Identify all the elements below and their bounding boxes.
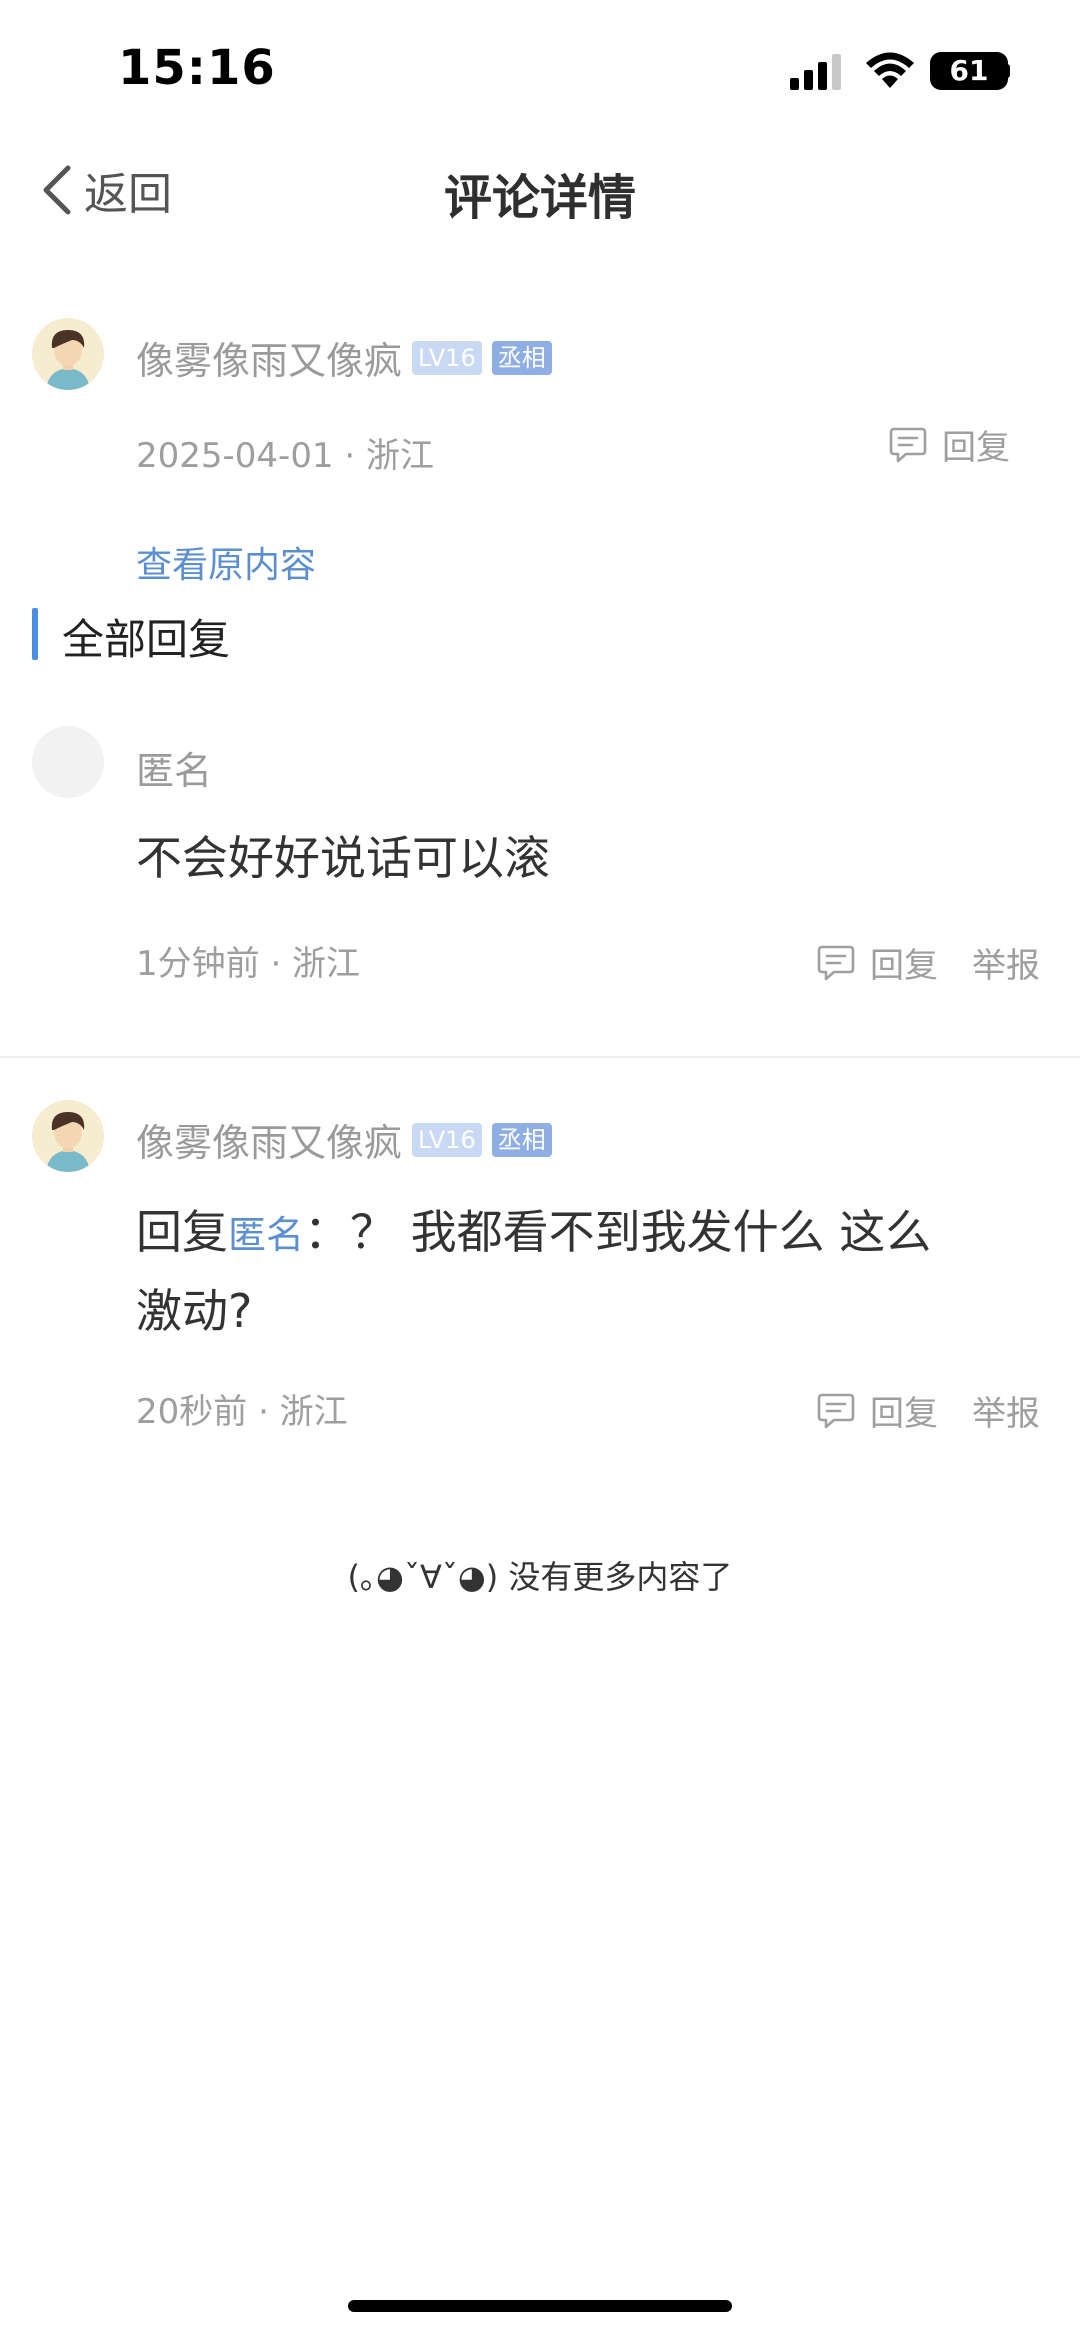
section-title: 全部回复	[62, 615, 231, 664]
avatar[interactable]	[32, 318, 104, 390]
end-of-list-text: (｡◕ˇ∀ˇ◕) 没有更多内容了	[347, 1558, 733, 1596]
cellular-signal-icon	[790, 54, 841, 90]
mention-link[interactable]: 匿名	[228, 1213, 304, 1257]
user-avatar-icon	[32, 318, 104, 390]
username: 匿名	[136, 749, 213, 793]
reply-button[interactable]: 回复	[888, 420, 1010, 469]
divider	[0, 1056, 1080, 1058]
reply-prefix: 回复	[136, 1205, 228, 1259]
title-badge: 丞相	[491, 340, 552, 375]
reply-text-line-2: 激动?	[136, 1284, 253, 1338]
reply-label: 回复	[942, 428, 1010, 468]
battery-indicator: 61	[930, 52, 1008, 90]
title-badge: 丞相	[491, 1122, 552, 1157]
reply-button[interactable]: 回复	[816, 938, 938, 987]
avatar[interactable]	[32, 1100, 104, 1172]
reply-text-part: ：？ 我都看不到我发什么 这么	[304, 1205, 932, 1259]
comment-icon	[817, 1393, 855, 1428]
reply-text: 不会好好说话可以滚	[136, 831, 550, 885]
level-badge: LV16	[412, 340, 482, 375]
comment-author[interactable]: 像雾像雨又像疯 LV16 丞相	[136, 330, 552, 385]
reply-text-line-1: 回复匿名：？ 我都看不到我发什么 这么	[136, 1194, 1016, 1273]
avatar-anonymous[interactable]	[32, 726, 104, 798]
comment-meta: 2025-04-01 · 浙江	[136, 436, 435, 476]
view-original-link[interactable]: 查看原内容	[136, 536, 316, 588]
page-title: 评论详情	[443, 170, 636, 226]
reply-text: 回复匿名：？ 我都看不到我发什么 这么 激动?	[136, 1194, 1016, 1349]
home-indicator[interactable]	[348, 2300, 732, 2312]
reply-label: 回复	[870, 946, 938, 986]
reply-button[interactable]: 回复	[816, 1386, 938, 1435]
comment-icon	[889, 427, 927, 462]
status-time: 15:16	[118, 40, 276, 96]
report-button[interactable]: 举报	[972, 1386, 1040, 1435]
user-avatar-icon	[32, 1100, 104, 1172]
username: 像雾像雨又像疯	[136, 1121, 403, 1165]
wifi-icon	[866, 52, 914, 88]
reply-author[interactable]: 像雾像雨又像疯 LV16 丞相	[136, 1112, 552, 1167]
reply-meta: 1分钟前 · 浙江	[136, 944, 361, 984]
report-button[interactable]: 举报	[972, 938, 1040, 987]
reply-label: 回复	[870, 1394, 938, 1434]
reply-author[interactable]: 匿名	[136, 740, 212, 795]
reply-meta: 20秒前 · 浙江	[136, 1392, 348, 1432]
battery-cap	[1004, 64, 1010, 78]
comment-icon	[817, 945, 855, 980]
section-accent-bar	[32, 608, 38, 660]
username: 像雾像雨又像疯	[136, 339, 403, 383]
level-badge: LV16	[412, 1122, 482, 1157]
